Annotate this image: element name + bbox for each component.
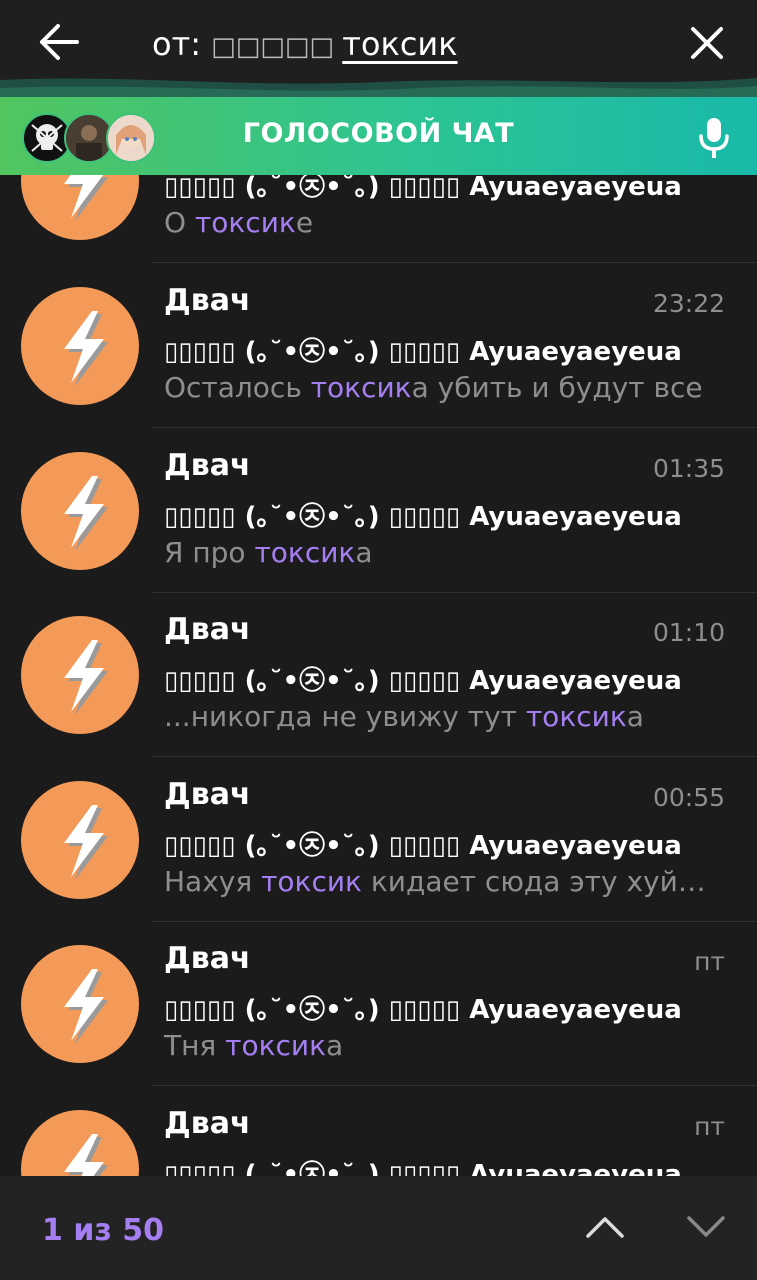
query-highlight: токсик: [254, 536, 356, 569]
chat-avatar: [21, 1110, 139, 1176]
message-sender: ▯▯▯▯▯ (｡˘•㉨•˘｡) ▯▯▯▯▯ Ayuaeyaeyeua: [164, 175, 682, 202]
query-highlight: токсик: [525, 700, 627, 733]
lightning-icon: [64, 476, 108, 551]
search-sender-placeholder: □□□□□: [211, 32, 343, 62]
result-row[interactable]: Двач 01:35 ▯▯▯▯▯ (｡˘•㉨•˘｡) ▯▯▯▯▯ Ayuaeya…: [0, 428, 757, 593]
result-row[interactable]: Двач 23:22 ▯▯▯▯▯ (｡˘•㉨•˘｡) ▯▯▯▯▯ Ayuaeya…: [0, 263, 757, 428]
message-snippet: Я про токсика: [164, 536, 373, 569]
query-highlight: токсик: [310, 371, 412, 404]
lightning-icon: [64, 969, 108, 1044]
query-highlight: токсик: [194, 206, 296, 239]
search-query-field[interactable]: от: □□□□□ токсик: [152, 22, 458, 69]
search-navigation-bar: 1 из 50: [0, 1176, 757, 1280]
message-snippet: Осталось токсика убить и будут все: [164, 371, 703, 404]
chat-name: Двач: [164, 777, 251, 812]
chat-avatar: [21, 175, 139, 240]
voice-chat-banner[interactable]: ГОЛОСОВОЙ ЧАТ: [0, 97, 757, 175]
chevron-up-icon[interactable]: [585, 1214, 625, 1240]
query-highlight: токсик: [261, 865, 362, 898]
message-sender: ▯▯▯▯▯ (｡˘•㉨•˘｡) ▯▯▯▯▯ Ayuaeyaeyeua: [164, 995, 682, 1025]
lightning-icon: [64, 311, 108, 386]
microphone-icon[interactable]: [698, 116, 730, 160]
chat-name: Двач: [164, 448, 251, 483]
chat-avatar: [21, 287, 139, 405]
message-time: 00:55: [652, 783, 725, 812]
back-arrow-icon[interactable]: [38, 22, 80, 62]
message-time: пт: [694, 947, 725, 976]
voice-chat-title: ГОЛОСОВОЙ ЧАТ: [242, 118, 515, 149]
chat-avatar: [21, 616, 139, 734]
message-sender: ▯▯▯▯▯ (｡˘•㉨•˘｡) ▯▯▯▯▯ Ayuaeyaeyeua: [164, 502, 682, 532]
message-sender: ▯▯▯▯▯ (｡˘•㉨•˘｡) ▯▯▯▯▯ Ayuaeyaeyeua: [164, 666, 682, 696]
chat-name: Двач: [164, 283, 251, 318]
chat-name: Двач: [164, 612, 251, 647]
chevron-down-icon[interactable]: [686, 1214, 726, 1240]
message-snippet: ...никогда не увижу тут токсика: [164, 700, 644, 733]
message-sender: ▯▯▯▯▯ (｡˘•㉨•˘｡) ▯▯▯▯▯ Ayuaeyaeyeua: [164, 831, 682, 861]
message-snippet: Нахуя токсик кидает сюда эту хуй…: [164, 865, 706, 898]
message-snippet: Тня токсика: [164, 1029, 344, 1062]
lightning-icon: [64, 805, 108, 880]
search-prefix: от:: [152, 25, 212, 63]
message-snippet: О токсике: [164, 206, 314, 239]
query-highlight: токсик: [225, 1029, 327, 1062]
lightning-icon: [64, 175, 108, 221]
close-icon[interactable]: [688, 24, 726, 62]
search-query: токсик: [342, 25, 458, 63]
message-time: 01:35: [652, 454, 725, 483]
lightning-icon: [64, 640, 108, 715]
chat-name: Двач: [164, 941, 251, 976]
lightning-icon: [64, 1134, 108, 1176]
message-sender: ▯▯▯▯▯ (｡˘•㉨•˘｡) ▯▯▯▯▯ Ayuaeyaeyeua: [164, 1160, 682, 1176]
chat-avatar: [21, 452, 139, 570]
result-row[interactable]: Двач 01:10 ▯▯▯▯▯ (｡˘•㉨•˘｡) ▯▯▯▯▯ Ayuaeya…: [0, 592, 757, 757]
message-time: пт: [694, 1112, 725, 1141]
chat-avatar: [21, 945, 139, 1063]
result-row[interactable]: Двач 00:55 ▯▯▯▯▯ (｡˘•㉨•˘｡) ▯▯▯▯▯ Ayuaeya…: [0, 757, 757, 922]
result-counter: 1 из 50: [42, 1213, 164, 1248]
chat-name: Двач: [164, 1106, 251, 1141]
message-sender: ▯▯▯▯▯ (｡˘•㉨•˘｡) ▯▯▯▯▯ Ayuaeyaeyeua: [164, 337, 682, 367]
search-results-list: ▯▯▯▯▯ (｡˘•㉨•˘｡) ▯▯▯▯▯ Ayuaeyaeyeua О ток…: [0, 175, 757, 1176]
message-time: 01:10: [652, 618, 725, 647]
result-row[interactable]: Двач пт ▯▯▯▯▯ (｡˘•㉨•˘｡) ▯▯▯▯▯ Ayuaeyaeye…: [0, 921, 757, 1086]
chat-avatar: [21, 781, 139, 899]
result-row[interactable]: ▯▯▯▯▯ (｡˘•㉨•˘｡) ▯▯▯▯▯ Ayuaeyaeyeua О ток…: [0, 175, 757, 263]
message-time: 23:22: [652, 289, 725, 318]
result-row[interactable]: Двач пт ▯▯▯▯▯ (｡˘•㉨•˘｡) ▯▯▯▯▯ Ayuaeyaeye…: [0, 1086, 757, 1176]
